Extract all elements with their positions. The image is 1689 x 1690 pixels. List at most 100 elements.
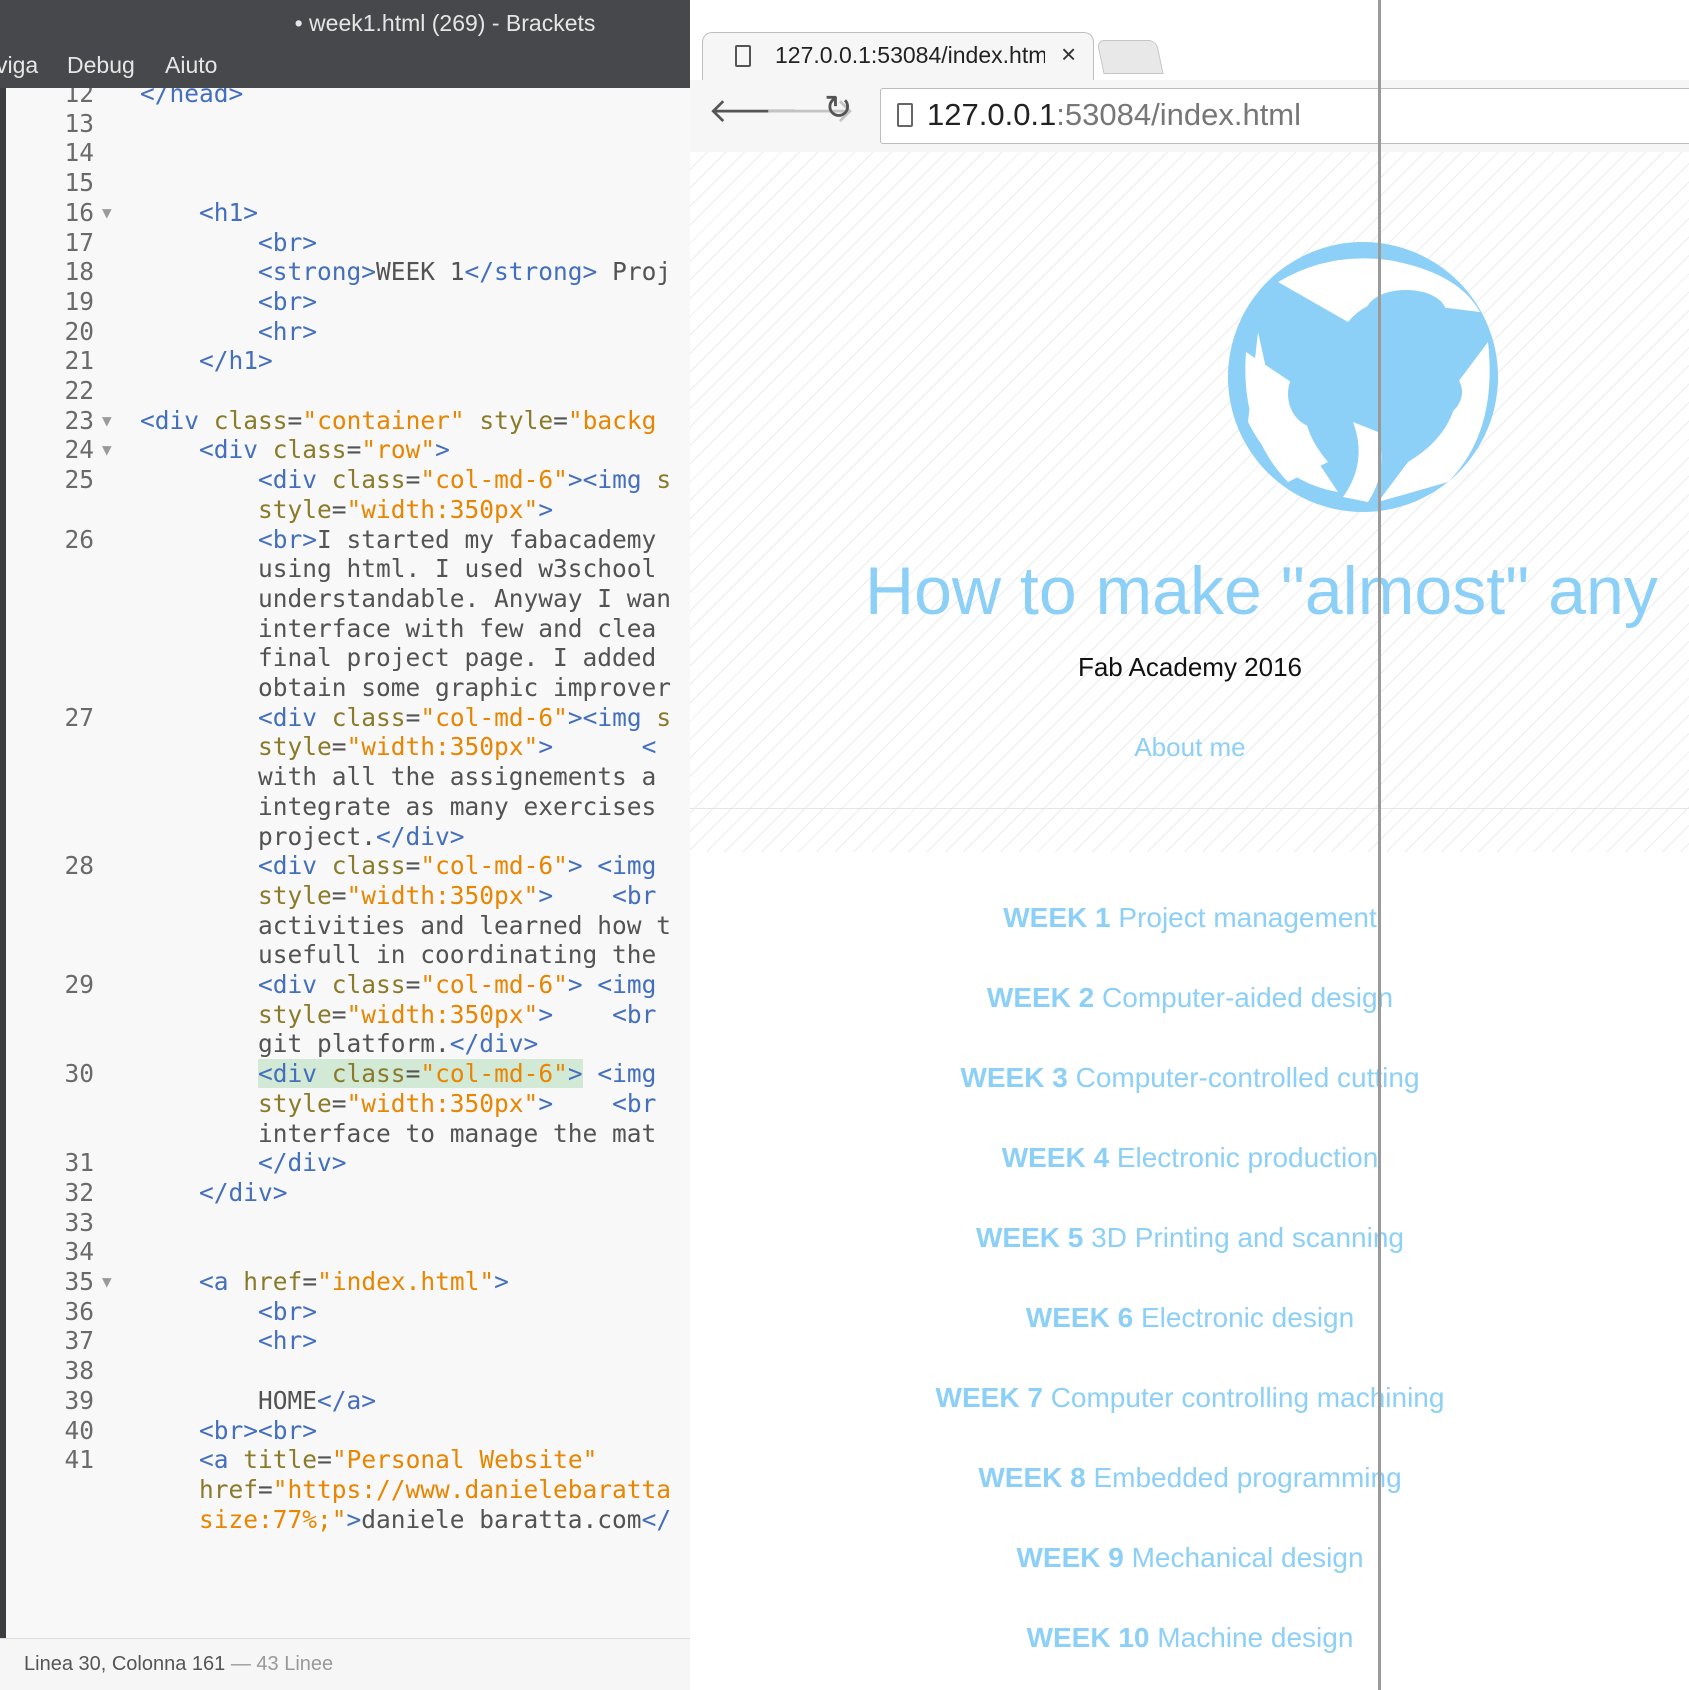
week-number: WEEK 4 xyxy=(1001,1142,1110,1173)
code-line[interactable]: 24 ▼ <div class="row"> xyxy=(6,434,690,466)
line-number: 17 xyxy=(64,227,94,257)
code-text: final project page. I added xyxy=(140,643,657,673)
fold-arrow-icon[interactable]: ▼ xyxy=(102,197,112,229)
code-line[interactable]: style="width:350px"> <br xyxy=(6,999,690,1031)
week-topic: Machine design xyxy=(1157,1622,1354,1653)
code-line[interactable]: 16 ▼ <h1> xyxy=(6,197,690,229)
code-text: <br> xyxy=(258,286,318,316)
code-line[interactable]: 29 <div class="col-md-6"> <img xyxy=(6,969,690,1001)
code-line[interactable]: size:77%;">daniele baratta.com</ xyxy=(6,1504,690,1536)
code-text: <div class="container" style="backg xyxy=(140,405,657,435)
code-line[interactable]: 13 xyxy=(6,108,690,140)
code-line[interactable]: 38 xyxy=(6,1355,690,1387)
week-link[interactable]: WEEK 7 Computer controlling machining xyxy=(690,1382,1689,1414)
code-line[interactable]: style="width:350px"> <br xyxy=(6,1088,690,1120)
code-line[interactable]: 28 <div class="col-md-6"> <img xyxy=(6,850,690,882)
code-text: </head> xyxy=(140,88,244,108)
week-link[interactable]: WEEK 8 Embedded programming xyxy=(690,1462,1689,1494)
code-line[interactable]: style="width:350px"> xyxy=(6,494,690,526)
code-line[interactable]: git platform.</div> xyxy=(6,1028,690,1060)
code-text: size:77%;">daniele baratta.com</ xyxy=(199,1504,672,1534)
line-number: 14 xyxy=(64,138,94,168)
fold-arrow-icon[interactable]: ▼ xyxy=(102,434,112,466)
code-line[interactable]: final project page. I added xyxy=(6,642,690,674)
code-line[interactable]: 41 <a title="Personal Website" xyxy=(6,1444,690,1476)
browser-tab[interactable]: 127.0.0.1:53084/index.htm × xyxy=(702,32,1094,81)
week-link[interactable]: WEEK 5 3D Printing and scanning xyxy=(690,1222,1689,1254)
week-number: WEEK 3 xyxy=(960,1062,1068,1093)
code-line[interactable]: 40 <br><br> xyxy=(6,1415,690,1447)
code-line[interactable]: usefull in coordinating the xyxy=(6,939,690,971)
week-link[interactable]: WEEK 10 Machine design xyxy=(690,1622,1689,1654)
week-number: WEEK 8 xyxy=(978,1462,1086,1493)
code-line[interactable]: 18 <strong>WEEK 1</strong> Proj xyxy=(6,256,690,288)
code-line[interactable]: 25 <div class="col-md-6"><img s xyxy=(6,464,690,496)
menu-item-naviga[interactable]: viga xyxy=(0,52,38,79)
code-line[interactable]: 27 <div class="col-md-6"><img s xyxy=(6,702,690,734)
code-line[interactable]: interface with few and clea xyxy=(6,613,690,645)
page-viewport[interactable]: How to make "almost" any Fab Academy 201… xyxy=(690,152,1689,1690)
code-line[interactable]: 26 <br>I started my fabacademy xyxy=(6,524,690,556)
code-line[interactable]: 23 ▼ <div class="container" style="backg xyxy=(6,405,690,437)
new-tab-button[interactable] xyxy=(1096,40,1164,74)
line-number: 12 xyxy=(64,88,94,108)
fold-arrow-icon[interactable]: ▼ xyxy=(102,1266,112,1298)
code-text: <div class="col-md-6"> <img xyxy=(258,851,657,881)
line-number: 24 xyxy=(64,435,94,465)
code-line[interactable]: 15 xyxy=(6,167,690,199)
code-line[interactable]: style="width:350px"> < xyxy=(6,731,690,763)
code-line[interactable]: 17 <br> xyxy=(6,227,690,259)
week-link[interactable]: WEEK 3 Computer-controlled cutting xyxy=(690,1062,1689,1094)
menu-item-aiuto[interactable]: Aiuto xyxy=(165,52,217,79)
code-line[interactable]: 14 xyxy=(6,137,690,169)
code-line[interactable]: 37 <hr> xyxy=(6,1325,690,1357)
code-line[interactable]: 12 </head> xyxy=(6,88,690,110)
code-line[interactable]: 21 </h1> xyxy=(6,345,690,377)
code-line[interactable]: project.</div> xyxy=(6,821,690,853)
code-line[interactable]: 33 xyxy=(6,1207,690,1239)
code-line[interactable]: 35 ▼ <a href="index.html"> xyxy=(6,1266,690,1298)
week-number: WEEK 7 xyxy=(935,1382,1043,1413)
week-link[interactable]: WEEK 6 Electronic design xyxy=(690,1302,1689,1334)
week-link[interactable]: WEEK 4 Electronic production xyxy=(690,1142,1689,1174)
code-line[interactable]: activities and learned how t xyxy=(6,910,690,942)
fold-arrow-icon[interactable]: ▼ xyxy=(102,405,112,437)
address-bar[interactable]: 127.0.0.1:53084/index.html xyxy=(880,88,1689,144)
reload-icon[interactable]: ↻ xyxy=(824,88,853,128)
code-line[interactable]: 34 xyxy=(6,1236,690,1268)
week-link[interactable]: WEEK 1 Project management xyxy=(690,902,1689,934)
page-icon xyxy=(735,45,751,67)
code-line[interactable]: 22 xyxy=(6,375,690,407)
code-line[interactable]: using html. I used w3school xyxy=(6,553,690,585)
line-number: 29 xyxy=(64,970,94,999)
code-line[interactable]: understandable. Anyway I wan xyxy=(6,583,690,615)
code-line[interactable]: style="width:350px"> <br xyxy=(6,880,690,912)
editor-window-title: • week1.html (269) - Brackets xyxy=(294,10,596,36)
code-line[interactable]: interface to manage the mat xyxy=(6,1118,690,1150)
week-number: WEEK 5 xyxy=(975,1222,1084,1253)
code-line[interactable]: 32 </div> xyxy=(6,1177,690,1209)
code-line[interactable]: 31 </div> xyxy=(6,1147,690,1179)
code-line[interactable]: with all the assignements a xyxy=(6,761,690,793)
code-text: style="width:350px"> < xyxy=(258,732,657,762)
about-me-link[interactable]: About me xyxy=(690,732,1689,763)
close-icon[interactable]: × xyxy=(1061,39,1076,70)
code-line[interactable]: 19 <br> xyxy=(6,286,690,318)
code-line[interactable]: href="https://www.danielebaratta xyxy=(6,1474,690,1506)
code-line[interactable]: integrate as many exercises xyxy=(6,791,690,823)
week-link[interactable]: WEEK 2 Computer-aided design xyxy=(690,982,1689,1014)
line-number: 16 xyxy=(64,197,94,227)
code-line[interactable]: 36 <br> xyxy=(6,1296,690,1328)
code-line[interactable]: obtain some graphic improver xyxy=(6,672,690,704)
code-line[interactable]: 30 <div class="col-md-6"> <img xyxy=(6,1058,690,1090)
code-line[interactable]: 20 <hr> xyxy=(6,316,690,348)
code-text: understandable. Anyway I wan xyxy=(140,583,672,613)
menu-item-debug[interactable]: Debug xyxy=(67,52,135,79)
page-title: How to make "almost" any xyxy=(865,553,1658,629)
code-text: <div class="col-md-6"><img s xyxy=(258,702,672,732)
code-area[interactable]: 12 </head> 13 14 15 16 ▼ <h1> 17 <br> 18 <strong… xyxy=(6,88,690,1638)
week-link[interactable]: WEEK 9 Mechanical design xyxy=(690,1542,1689,1574)
code-line[interactable]: 39 HOME</a> xyxy=(6,1385,690,1417)
page-subtitle: Fab Academy 2016 xyxy=(1077,652,1303,682)
code-text: <hr> xyxy=(258,1326,318,1356)
